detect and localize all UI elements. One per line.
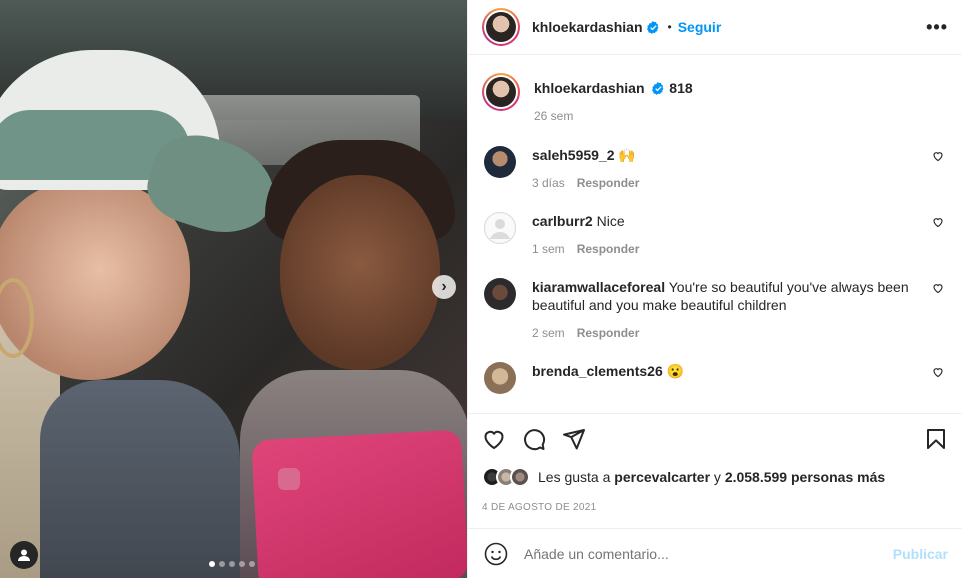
carousel-dot xyxy=(229,561,235,567)
liker-avatars[interactable] xyxy=(482,467,530,487)
commenter-avatar[interactable] xyxy=(484,278,516,310)
photo-tablet-camera xyxy=(278,468,300,490)
comment-item: kiaramwallaceforeal You're so beautiful … xyxy=(482,278,948,340)
add-comment-bar: Publicar xyxy=(468,528,962,578)
comment-item: carlburr2 Nice 1 sem Responder xyxy=(482,212,948,256)
commenter-avatar[interactable] xyxy=(484,146,516,178)
commenter-username[interactable]: carlburr2 xyxy=(532,213,593,229)
post-header: khloekardashian • Seguir ••• xyxy=(468,0,962,55)
commenter-avatar[interactable] xyxy=(484,212,516,244)
author-username[interactable]: khloekardashian xyxy=(532,19,643,35)
chevron-right-icon: › xyxy=(441,278,447,295)
likes-conjunction: y xyxy=(713,469,721,485)
commenter-username[interactable]: saleh5959_2 xyxy=(532,147,615,163)
liker-username[interactable]: percevalcarter xyxy=(614,469,710,485)
header-separator: • xyxy=(667,20,672,34)
default-avatar-icon xyxy=(484,212,516,244)
comment-timestamp[interactable]: 3 días xyxy=(532,176,565,190)
carousel-next-button[interactable]: › xyxy=(432,275,456,299)
carousel-dot xyxy=(209,561,215,567)
verified-badge-icon xyxy=(646,20,658,34)
comment-like-icon[interactable] xyxy=(932,150,944,162)
share-icon[interactable] xyxy=(562,427,586,451)
reply-button[interactable]: Responder xyxy=(577,326,640,340)
carousel-dot xyxy=(249,561,255,567)
user-icon xyxy=(18,549,30,561)
post-actions: Les gusta a percevalcarter y 2.058.599 p… xyxy=(468,413,962,513)
comment-text: 🙌 xyxy=(618,147,636,163)
comment-input[interactable] xyxy=(524,545,893,562)
tagged-users-button[interactable] xyxy=(10,541,38,569)
commenter-avatar[interactable] xyxy=(484,362,516,394)
commenter-username[interactable]: kiaramwallaceforeal xyxy=(532,279,665,295)
comment-timestamp[interactable]: 1 sem xyxy=(532,242,565,256)
carousel-dot xyxy=(219,561,225,567)
photo-shoulder-left xyxy=(40,380,240,578)
follow-button[interactable]: Seguir xyxy=(678,19,722,35)
reply-button[interactable]: Responder xyxy=(577,176,640,190)
caption-author-avatar[interactable] xyxy=(482,73,520,111)
carousel-indicator xyxy=(209,561,255,567)
post-caption: khloekardashian 818 26 sem xyxy=(482,55,948,123)
author-avatar[interactable] xyxy=(482,8,520,46)
reply-button[interactable]: Responder xyxy=(577,242,640,256)
publish-button[interactable]: Publicar xyxy=(893,546,948,562)
carousel-dot xyxy=(239,561,245,567)
caption-text: 818 xyxy=(669,80,693,96)
verified-badge-icon xyxy=(652,82,664,95)
emoji-icon[interactable] xyxy=(484,542,508,566)
comment-like-icon[interactable] xyxy=(932,216,944,228)
comment-like-icon[interactable] xyxy=(932,366,944,378)
comment-item: brenda_clements26 😮 xyxy=(482,362,948,394)
comments-list[interactable]: khloekardashian 818 26 sem saleh5959_2 🙌… xyxy=(468,55,962,412)
comment-icon[interactable] xyxy=(522,427,546,451)
post-sidebar: khloekardashian • Seguir ••• khloekardas… xyxy=(467,0,962,578)
likes-summary: Les gusta a percevalcarter y 2.058.599 p… xyxy=(482,464,948,490)
comment-timestamp[interactable]: 2 sem xyxy=(532,326,565,340)
likes-prefix: Les gusta a xyxy=(538,469,611,485)
post-date[interactable]: 4 de agosto de 2021 xyxy=(482,502,948,513)
photo-tablet xyxy=(251,429,467,578)
post-modal: › khloekardashian • Seguir ••• khloekard… xyxy=(0,0,962,578)
commenter-username[interactable]: brenda_clements26 xyxy=(532,363,663,379)
caption-author-username[interactable]: khloekardashian xyxy=(534,80,645,96)
comment-like-icon[interactable] xyxy=(932,282,944,294)
likes-count-link[interactable]: 2.058.599 personas más xyxy=(725,469,885,485)
caption-timestamp[interactable]: 26 sem xyxy=(534,109,573,123)
comment-text: Nice xyxy=(596,213,625,229)
heart-icon[interactable] xyxy=(482,427,506,451)
comment-item: saleh5959_2 🙌 3 días Responder xyxy=(482,146,948,190)
post-photo[interactable]: › xyxy=(0,0,467,578)
more-options-icon[interactable]: ••• xyxy=(926,17,948,38)
bookmark-icon[interactable] xyxy=(924,427,948,451)
photo-child-face xyxy=(280,175,440,370)
comment-text: 😮 xyxy=(666,363,685,379)
